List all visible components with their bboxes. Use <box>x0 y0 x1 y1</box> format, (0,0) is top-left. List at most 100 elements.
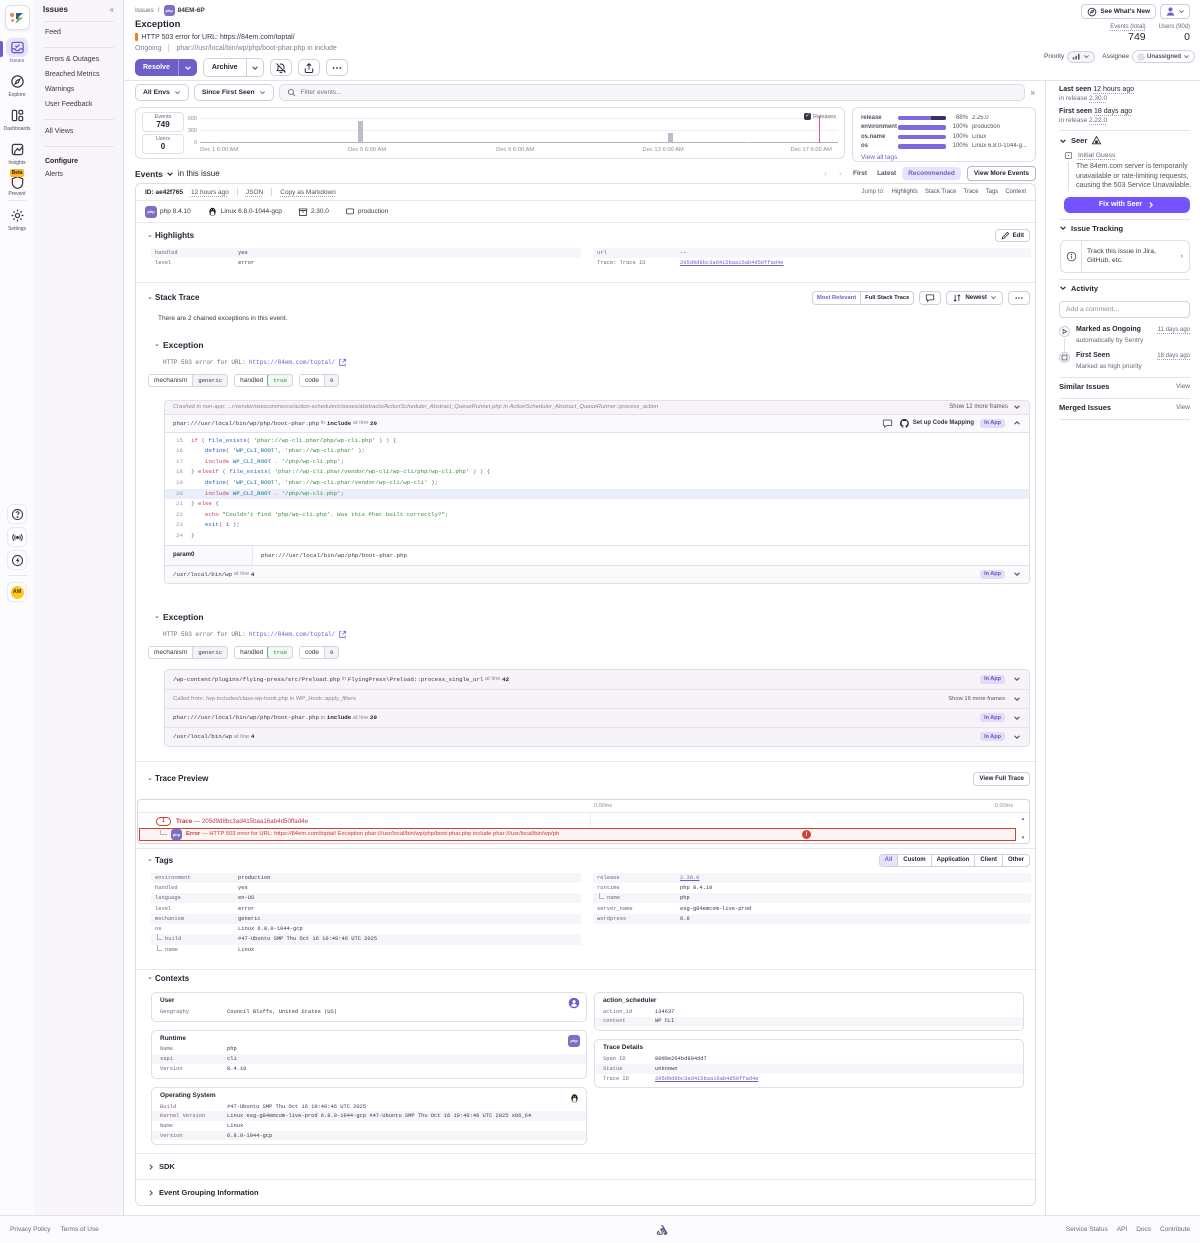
share-button[interactable] <box>298 59 320 76</box>
comment-icon[interactable] <box>882 418 893 429</box>
org-logo[interactable] <box>5 5 30 30</box>
exception-url-link[interactable]: https://84em.com/toptal/ <box>249 631 335 638</box>
sidebar-item-warnings[interactable]: Warnings <box>43 82 114 97</box>
broadcast-button[interactable] <box>7 527 27 547</box>
frame-header[interactable]: phar:///usr/local/bin/wp/php/boot-phar.p… <box>164 415 1030 433</box>
releases-toggle[interactable]: ✓ Releases <box>804 113 836 120</box>
contribute-link[interactable]: Contribute <box>1160 1226 1190 1233</box>
resolve-dropdown[interactable] <box>178 59 197 76</box>
first-event-link[interactable]: First <box>849 168 871 179</box>
event-grouping-section[interactable]: Event Grouping Information <box>136 1180 1035 1205</box>
chevron-down-icon[interactable] <box>1013 570 1021 578</box>
event-count-bar[interactable] <box>668 133 673 143</box>
account-menu-button[interactable] <box>1160 4 1190 19</box>
sidebar-item-alerts[interactable]: Alerts <box>43 167 114 182</box>
sidebar-item-feed[interactable]: Feed <box>43 25 114 40</box>
collapse-exception-icon[interactable]: ⌄ <box>154 343 160 347</box>
prev-event-button[interactable]: ‹ <box>819 167 832 180</box>
search-input[interactable] <box>301 89 1017 96</box>
code-line[interactable]: 20 include WP_CLI_ROOT . '/php/wp-cli.ph… <box>165 489 1029 500</box>
chevron-up-icon[interactable] <box>1013 419 1021 427</box>
tags-filter-other[interactable]: Other <box>1002 855 1029 866</box>
chevron-down-icon[interactable] <box>1013 733 1021 741</box>
release-context[interactable]: 2.30.0 <box>298 207 329 217</box>
first-seen-time[interactable]: 18 days ago <box>1094 108 1132 115</box>
rail-item-issues[interactable]: Issues <box>6 38 28 64</box>
filter-events-search[interactable] <box>279 84 1025 101</box>
code-line[interactable]: 18} elseif ( file_exists( 'phar://wp-cli… <box>165 467 1029 478</box>
facet-row[interactable]: release68%2.25.0 <box>861 113 1027 123</box>
collapse-contexts-icon[interactable]: ⌄ <box>147 976 153 980</box>
rail-item-prevent[interactable]: Beta Prevent <box>6 169 28 195</box>
tag-row[interactable]: build#47-Ubuntu SMP Thu Oct 16 10:40:46 … <box>151 934 581 944</box>
view-all-tags-link[interactable]: View all tags <box>861 154 1027 161</box>
view-merged-button[interactable]: View <box>1176 404 1190 411</box>
code-line[interactable]: 19 define( 'WP_CLI_ROOT', 'phar://wp-cli… <box>165 478 1029 489</box>
tag-row[interactable]: levelerror <box>151 903 581 913</box>
initial-guess-row[interactable]: Initial Guess <box>1064 151 1190 160</box>
recommended-event-link[interactable]: Recommended <box>902 167 961 180</box>
sidebar-item-all-views[interactable]: All Views <box>43 124 114 139</box>
priority-select[interactable] <box>1067 51 1095 63</box>
jump-tags[interactable]: Tags <box>986 189 999 195</box>
tag-row[interactable]: osLinux 6.8.0-1044-gcp <box>151 924 581 934</box>
issue-tracking-card[interactable]: Track this issue in Jira, GitHub, etc. › <box>1060 240 1190 273</box>
full-stack-trace-tab[interactable]: Full Stack Trace <box>860 292 913 304</box>
code-line[interactable]: 22 echo "Couldn't find 'php/wp-cli.php'.… <box>165 510 1029 521</box>
code-line[interactable]: 24} <box>165 531 1029 542</box>
event-age-link[interactable]: 12 hours ago <box>191 189 229 196</box>
breadcrumb-project[interactable]: php 84EM-6P <box>164 5 205 16</box>
more-actions-button[interactable] <box>326 59 348 76</box>
jump-stack-trace[interactable]: Stack Trace <box>925 189 957 195</box>
view-similar-button[interactable]: View <box>1176 383 1190 390</box>
help-button[interactable] <box>7 504 27 524</box>
resolve-button[interactable]: Resolve <box>135 59 178 76</box>
code-line[interactable]: 15if ( file_exists( 'phar://wp-cli.phar/… <box>165 436 1029 447</box>
onboarding-button[interactable] <box>7 550 27 570</box>
environment-filter[interactable]: All Envs <box>135 84 189 101</box>
runtime-context[interactable]: php php 8.4.10 <box>145 206 191 218</box>
code-line[interactable]: 21} else { <box>165 499 1029 510</box>
collapse-sidebar-icon[interactable]: » <box>1030 88 1036 97</box>
chevron-down-icon[interactable] <box>1013 714 1021 722</box>
collapse-stack-trace-icon[interactable]: ⌄ <box>147 296 153 300</box>
trace-root-row[interactable]: 1 Trace — 205d9d8bc3ad415baa16ab4d50ffad… <box>138 813 1029 828</box>
event-count-bar[interactable] <box>358 121 363 143</box>
next-event-button[interactable]: › <box>834 167 847 180</box>
trace-error-row[interactable]: php Error — HTTP 503 error for URL: http… <box>139 828 1016 841</box>
jump-trace[interactable]: Trace <box>964 189 979 195</box>
jump-context[interactable]: Context <box>1005 189 1026 195</box>
archive-dropdown[interactable] <box>246 59 263 76</box>
event-count-bar[interactable] <box>215 142 220 143</box>
code-line[interactable]: 23 exit( 1 ); <box>165 520 1029 531</box>
tag-row[interactable]: environmentproduction <box>151 873 581 883</box>
tag-row[interactable]: mechanismgeneric <box>151 914 581 924</box>
release-marker[interactable] <box>819 116 820 143</box>
frame-row[interactable]: /wp-content/plugins/flying-press/src/Pre… <box>165 670 1029 689</box>
collapse-exception-icon[interactable]: ⌄ <box>154 615 160 619</box>
user-menu-button[interactable]: AM <box>7 582 27 602</box>
chart-plot[interactable]: Dec 1 6:00 AMDec 5 6:00 AMDec 9 6:00 AMD… <box>200 114 838 154</box>
terms-link[interactable]: Terms of Use <box>60 1226 98 1233</box>
facet-row[interactable]: os.name100%Linux <box>861 132 1027 142</box>
release-link[interactable]: 2.30.0 <box>1089 95 1107 102</box>
seer-section-header[interactable]: Seer <box>1059 135 1190 146</box>
environment-context[interactable]: production <box>345 207 388 217</box>
view-more-events-button[interactable]: View More Events <box>967 166 1036 181</box>
sdk-section[interactable]: SDK <box>136 1154 1035 1180</box>
mute-button[interactable] <box>270 59 292 76</box>
rail-item-insights[interactable]: Insights <box>6 140 28 166</box>
frame-row[interactable]: phar:///usr/local/bin/wp/php/boot-phar.p… <box>165 708 1029 727</box>
tags-filter-application[interactable]: Application <box>931 855 975 866</box>
thread-selector-button[interactable] <box>919 291 941 305</box>
code-line[interactable]: 16 define( 'WP_CLI_ROOT', 'phar://wp-cli… <box>165 446 1029 457</box>
facet-row[interactable]: os100%Linux 6.8.0-1044-g... <box>861 142 1027 152</box>
date-range-filter[interactable]: Since First Seen <box>194 84 274 101</box>
sidebar-collapse-icon[interactable]: « <box>110 5 114 14</box>
chevron-down-icon[interactable] <box>1013 675 1021 683</box>
rail-item-dashboards[interactable]: Dashboards <box>4 106 31 132</box>
users-count-box[interactable]: Users 0 <box>142 134 184 154</box>
edit-highlights-button[interactable]: Edit <box>995 229 1030 242</box>
facet-row[interactable]: environment100%production <box>861 123 1027 133</box>
view-full-trace-button[interactable]: View Full Trace <box>973 772 1030 786</box>
